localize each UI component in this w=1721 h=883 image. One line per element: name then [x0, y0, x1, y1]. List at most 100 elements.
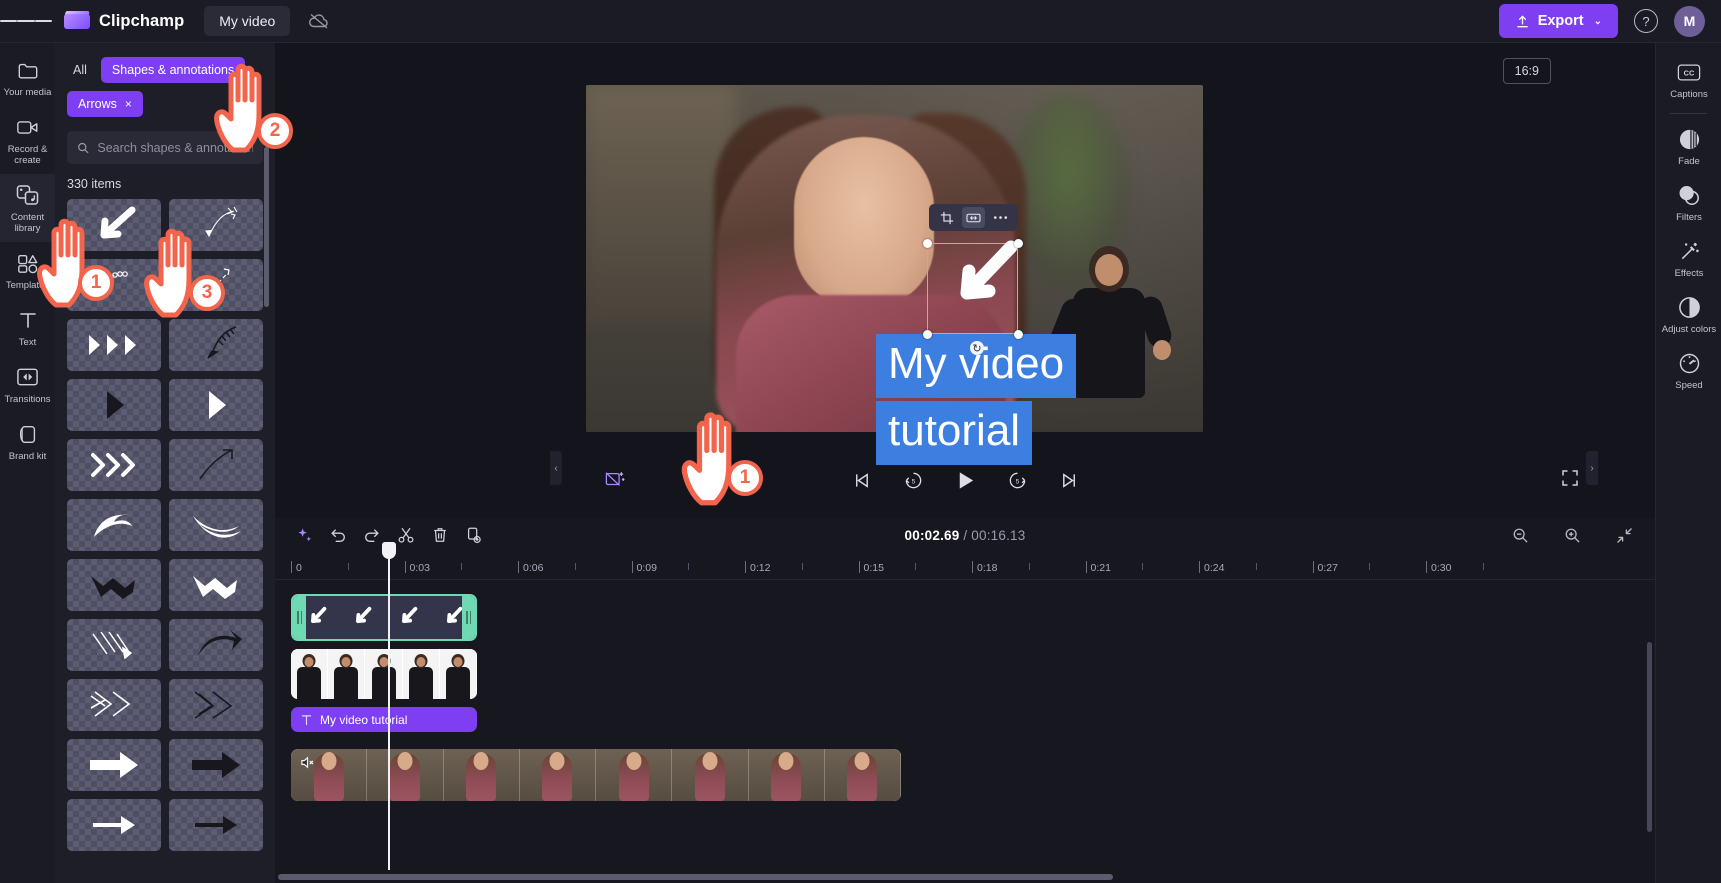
shape-tile-black-thin-arrow-up-right[interactable] — [169, 439, 263, 491]
magic-eraser-icon[interactable] — [600, 466, 630, 494]
playhead[interactable] — [382, 542, 396, 870]
aspect-ratio-badge[interactable]: 16:9 — [1502, 58, 1551, 84]
ruler-tick — [404, 561, 406, 573]
delete-button[interactable] — [425, 521, 455, 549]
undo-button[interactable] — [323, 521, 353, 549]
trim-handle-right[interactable] — [462, 596, 475, 639]
table-row[interactable] — [291, 594, 477, 641]
shape-tile-white-zigzag-arrow[interactable] — [169, 559, 263, 611]
annotation-number: 1 — [727, 460, 763, 496]
sidebar-item-your-media[interactable]: Your media — [0, 49, 55, 106]
selected-arrow-graphic[interactable] — [923, 239, 1023, 339]
help-icon[interactable]: ? — [1634, 9, 1658, 33]
shape-tile-white-partial-arrow[interactable] — [67, 799, 161, 851]
more-options-icon[interactable] — [989, 207, 1012, 228]
speed-gauge-icon — [1676, 351, 1702, 375]
left-rail: Your media Record & create Content libra… — [0, 43, 55, 883]
close-icon[interactable]: × — [125, 97, 132, 111]
play-button[interactable] — [950, 465, 980, 495]
table-row[interactable] — [291, 749, 901, 801]
ai-suggestions-button[interactable] — [289, 521, 319, 549]
shape-tile-black-zigzag-arrow[interactable] — [67, 559, 161, 611]
shape-tile-black-partial-arrow[interactable] — [169, 799, 263, 851]
table-row[interactable]: My video tutorial — [291, 707, 477, 732]
sidebar-item-transitions[interactable]: Transitions — [0, 356, 55, 413]
table-row[interactable] — [291, 649, 477, 699]
timeline-ruler[interactable]: 0 0:03 0:06 0:09 0:12 0:15 0:18 0:21 0:24 0:27 0:3… — [275, 554, 1655, 580]
shape-tile-white-triple-chevron-right[interactable] — [67, 439, 161, 491]
divider — [1670, 113, 1707, 114]
ruler-label: 0:12 — [750, 562, 771, 574]
property-item-fade[interactable]: Fade — [1656, 118, 1721, 174]
shape-tile-white-solid-triangle[interactable] — [169, 379, 263, 431]
resize-handle-bottom-left[interactable] — [923, 330, 932, 339]
property-item-speed[interactable]: Speed — [1656, 342, 1721, 398]
audio-muted-icon[interactable] — [297, 753, 317, 771]
sidebar-item-record-create[interactable]: Record & create — [0, 106, 55, 174]
library-scrollbar-thumb[interactable] — [264, 147, 269, 307]
fit-width-icon[interactable] — [962, 207, 985, 228]
playback-controls: 5 5 — [846, 465, 1084, 495]
rotate-icon[interactable]: ↻ — [970, 341, 984, 355]
ruler-label: 0 — [296, 562, 302, 574]
ruler-label: 0:15 — [863, 562, 884, 574]
project-name-field[interactable]: My video — [204, 6, 291, 36]
svg-text:CC: CC — [1684, 68, 1695, 77]
shape-tile-white-sketch-arrow-hatch[interactable] — [67, 619, 161, 671]
timeline-vertical-scrollbar[interactable] — [1647, 642, 1652, 832]
shape-tile-white-brush-arrow[interactable] — [169, 499, 263, 551]
filter-chip-arrows[interactable]: Arrows × — [67, 91, 143, 117]
caption-line-2[interactable]: tutorial — [876, 401, 1033, 465]
sidebar-item-brand-kit[interactable]: Brand kit — [0, 413, 55, 470]
ruler-tick — [1085, 561, 1087, 573]
fit-timeline-button[interactable] — [1609, 521, 1639, 549]
property-item-effects[interactable]: Effects — [1656, 230, 1721, 286]
shape-tile-white-hatched-double-arrow[interactable] — [67, 679, 161, 731]
property-item-captions[interactable]: CC Captions — [1656, 51, 1721, 107]
property-label: Speed — [1675, 380, 1703, 391]
export-button[interactable]: Export ⌄ — [1498, 4, 1618, 38]
zoom-in-button[interactable] — [1557, 521, 1587, 549]
property-item-adjust-colors[interactable]: Adjust colors — [1656, 286, 1721, 342]
hamburger-menu-icon[interactable] — [0, 0, 52, 43]
filter-all[interactable]: All — [67, 58, 93, 82]
property-label: Fade — [1678, 156, 1700, 167]
duplicate-button[interactable] — [459, 521, 489, 549]
skip-end-button[interactable] — [1054, 465, 1084, 495]
ruler-minor-tick — [574, 563, 576, 570]
shape-tile-black-solid-triangle[interactable] — [67, 379, 161, 431]
playhead-handle[interactable] — [382, 542, 396, 559]
timeline-horizontal-scrollbar[interactable] — [275, 874, 1655, 880]
avatar[interactable]: M — [1674, 5, 1705, 37]
crop-icon[interactable] — [935, 207, 958, 228]
ruler-minor-tick — [688, 563, 690, 570]
resize-handle-bottom-right[interactable] — [1014, 330, 1023, 339]
skip-start-button[interactable] — [846, 465, 876, 495]
scrollbar-thumb[interactable] — [278, 874, 1113, 880]
annotation-hand-3-arrow-tile: 3 — [135, 215, 255, 335]
timeline-zoom-controls — [1505, 521, 1643, 549]
brand: Clipchamp — [64, 11, 184, 31]
upload-arrow-icon — [1516, 15, 1528, 27]
resize-handle-top-right[interactable] — [1014, 239, 1023, 248]
shape-tile-white-outline-arrow-right[interactable] — [67, 739, 161, 791]
resize-handle-top-left[interactable] — [923, 239, 932, 248]
ruler-label: 0:09 — [636, 562, 657, 574]
shape-tile-black-outline-arrow-right[interactable] — [169, 739, 263, 791]
trim-handle-left[interactable] — [293, 596, 306, 639]
property-item-filters[interactable]: Filters — [1656, 174, 1721, 230]
zoom-out-button[interactable] — [1505, 521, 1535, 549]
shape-tile-black-curved-arrow-right[interactable] — [169, 619, 263, 671]
shape-tile-white-curved-arrow[interactable] — [67, 499, 161, 551]
forward-5-button[interactable]: 5 — [1002, 465, 1032, 495]
text-t-icon — [301, 714, 312, 725]
library-scrollbar-track[interactable] — [264, 95, 272, 875]
brand-kit-icon — [15, 422, 41, 446]
rewind-5-button[interactable]: 5 — [898, 465, 928, 495]
shape-tile-black-hatched-arrow-down[interactable] — [169, 679, 263, 731]
export-label: Export — [1537, 13, 1584, 29]
fade-icon — [1676, 127, 1702, 151]
fullscreen-icon[interactable] — [1556, 464, 1584, 492]
cloud-offline-icon[interactable] — [306, 8, 332, 34]
sidebar-label: Record & create — [7, 144, 48, 166]
